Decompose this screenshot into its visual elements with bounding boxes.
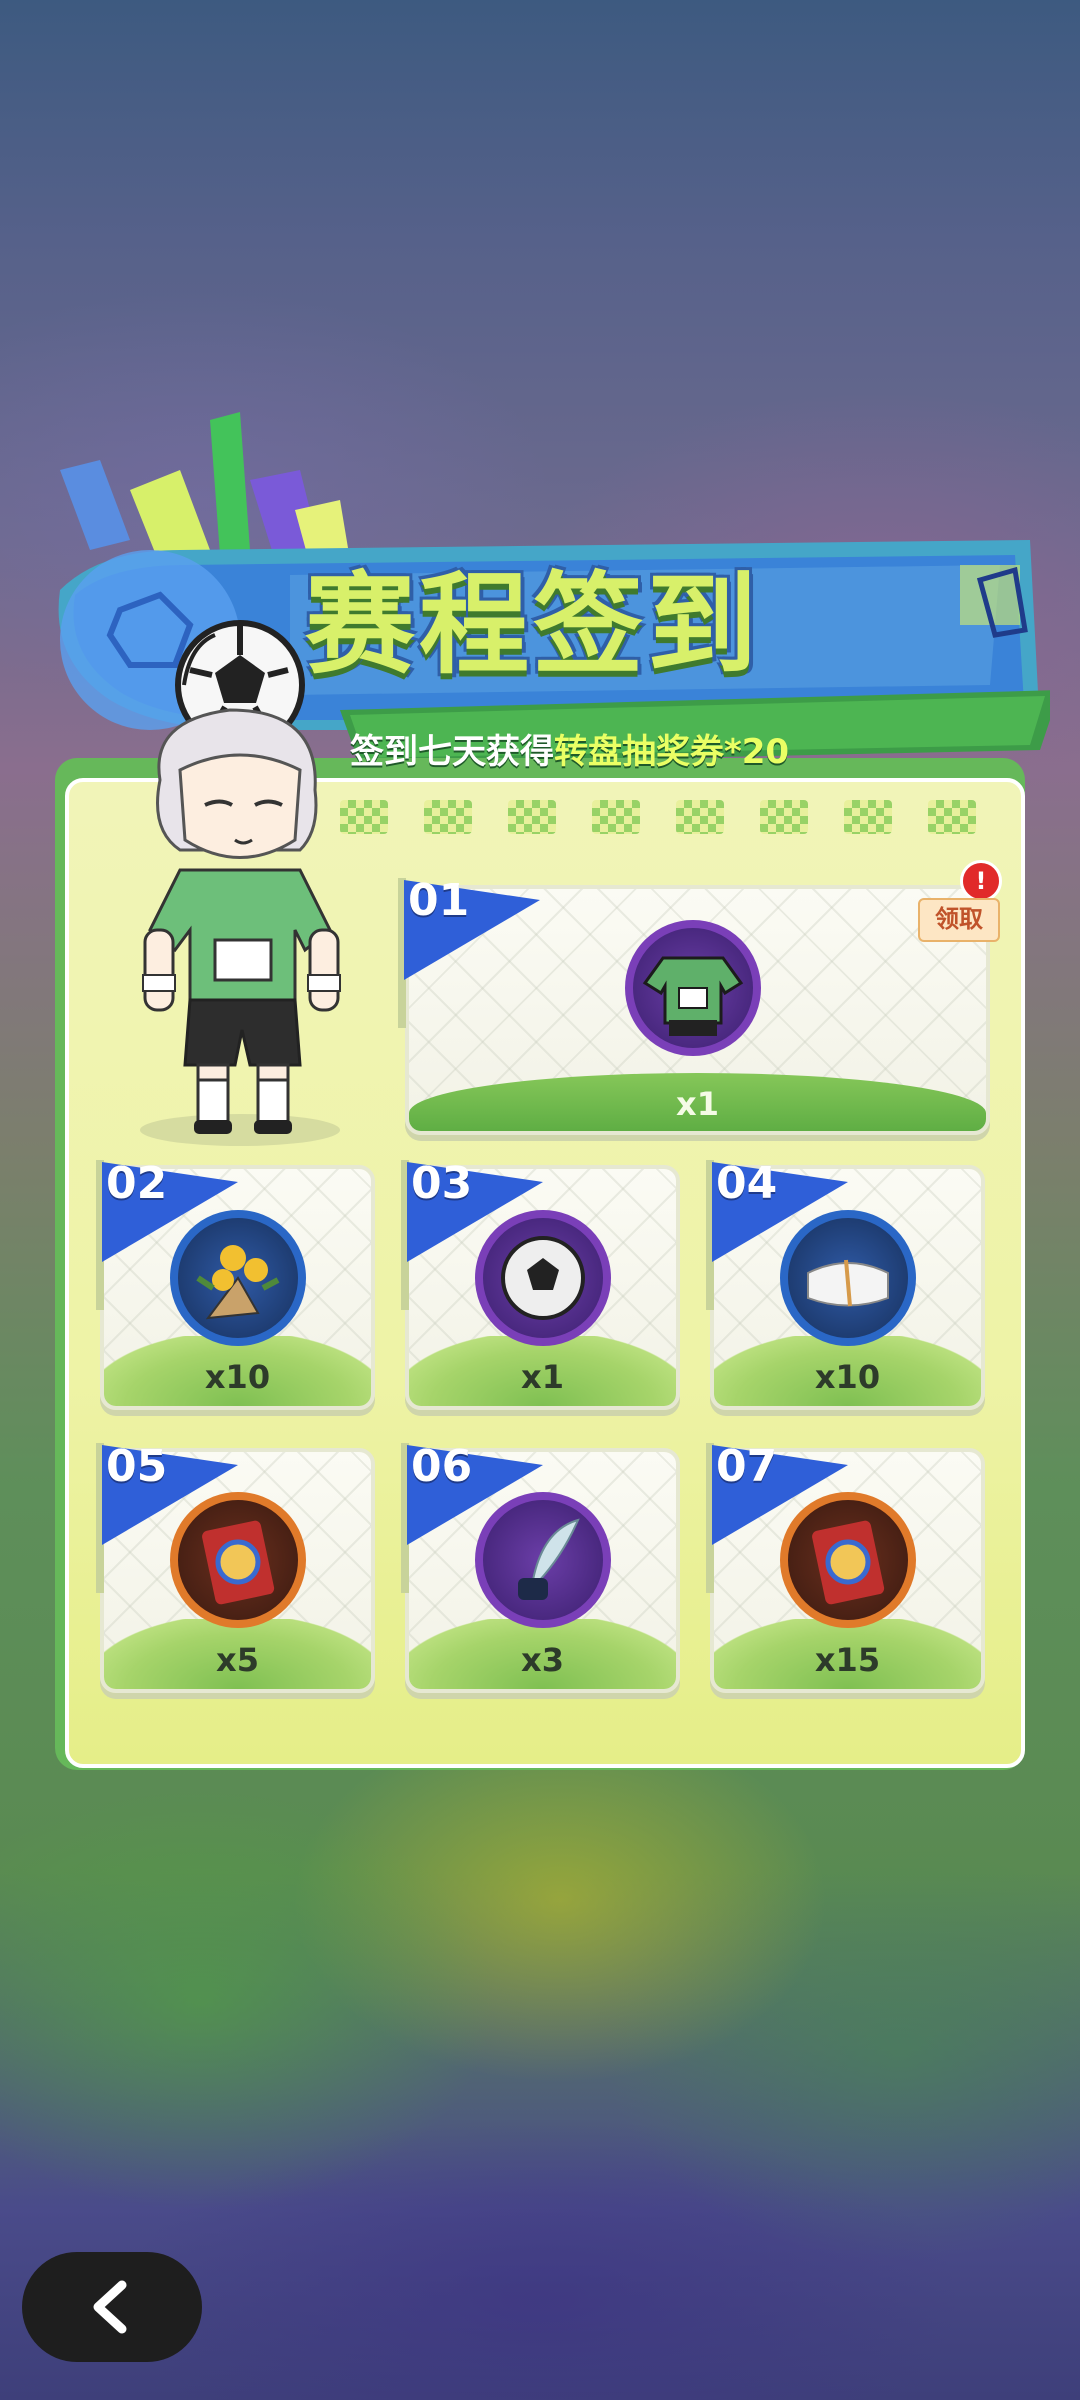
day-number: 04	[716, 1158, 778, 1209]
page-title: 赛程签到	[305, 561, 761, 689]
claim-button[interactable]: 领取	[918, 898, 1000, 942]
item-quantity: x10	[204, 1358, 271, 1396]
back-button[interactable]	[22, 2252, 202, 2362]
item-quantity: x5	[216, 1641, 259, 1679]
day-number: 05	[106, 1441, 168, 1492]
lottery-ticket-icon	[780, 1492, 916, 1628]
day-number: 06	[411, 1441, 473, 1492]
lottery-ticket-icon	[170, 1492, 306, 1628]
alert-badge: !	[960, 860, 1002, 902]
soccer-ball-icon	[475, 1210, 611, 1346]
day-number: 07	[716, 1441, 778, 1492]
item-quantity: x1	[676, 1085, 719, 1123]
quill-ink-icon	[475, 1492, 611, 1628]
item-quantity: x10	[814, 1358, 881, 1396]
flower-bouquet-icon	[170, 1210, 306, 1346]
day-number: 01	[408, 875, 470, 926]
day-number: 02	[106, 1158, 168, 1209]
green-jersey-icon	[625, 920, 761, 1056]
subtitle-text: 签到七天获得	[350, 732, 554, 772]
chevron-left-icon	[93, 2280, 127, 2334]
day-number: 03	[411, 1158, 473, 1209]
item-quantity: x3	[521, 1641, 564, 1679]
towel-icon	[780, 1210, 916, 1346]
app-root: 赛程签到 签到七天获得转盘抽奖券*20 x1 01 ! 领取 x10 02 x1…	[0, 0, 1080, 2400]
bunting-decoration	[340, 800, 1020, 860]
item-quantity: x15	[814, 1641, 881, 1679]
subtitle-reward: 转盘抽奖券*20	[554, 732, 790, 772]
subtitle: 签到七天获得转盘抽奖券*20	[350, 726, 789, 778]
item-quantity: x1	[521, 1358, 564, 1396]
